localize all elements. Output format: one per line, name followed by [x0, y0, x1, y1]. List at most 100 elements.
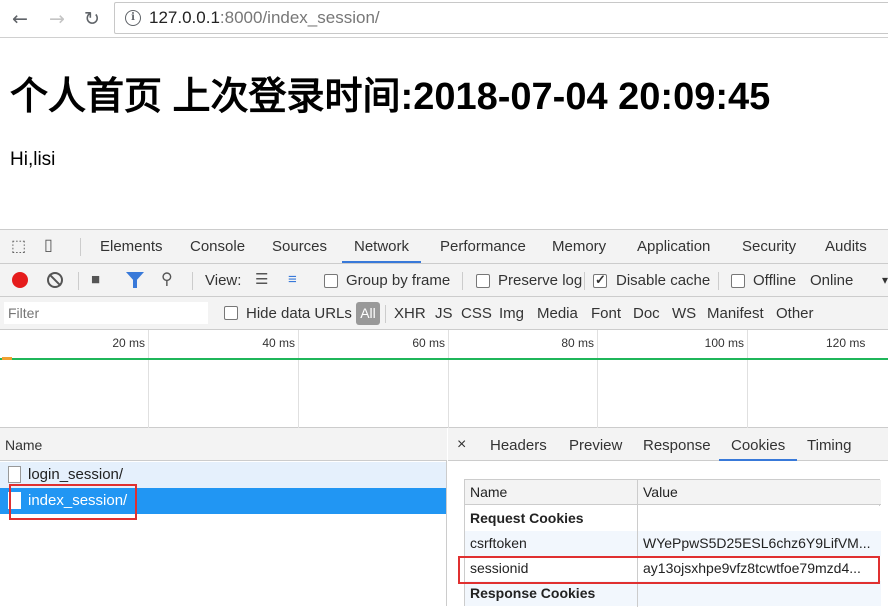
tab-memory[interactable]: Memory: [552, 230, 606, 263]
chevron-down-icon[interactable]: ▾: [882, 264, 888, 297]
hide-data-urls-label[interactable]: Hide data URLs: [246, 297, 352, 330]
waterfall-overview-icon[interactable]: ≡: [288, 270, 297, 290]
tab-performance[interactable]: Performance: [440, 230, 526, 263]
request-cookies-section: Request Cookies: [465, 506, 881, 531]
timeline-request-mark: [2, 357, 12, 360]
timeline-gridline: [597, 330, 598, 428]
type-filter-media[interactable]: Media: [537, 297, 578, 330]
greeting-text: Hi,lisi: [10, 149, 56, 170]
type-filter-other[interactable]: Other: [776, 297, 814, 330]
reload-icon[interactable]: ↻: [80, 7, 104, 31]
details-tabbar: × Headers Preview Response Cookies Timin…: [448, 428, 888, 461]
tab-headers[interactable]: Headers: [490, 428, 547, 461]
timeline-tick-label: 60 ms: [412, 336, 445, 350]
response-cookies-section: Response Cookies: [465, 581, 881, 606]
timeline-gridline: [298, 330, 299, 428]
timeline-load-bar: [0, 358, 888, 360]
tab-timing[interactable]: Timing: [807, 428, 851, 461]
preserve-log-checkbox[interactable]: [476, 274, 490, 288]
table-row[interactable]: csrftoken WYePpwS5D25ESL6chz6Y9LifVM...: [465, 531, 881, 556]
request-details: × Headers Preview Response Cookies Timin…: [448, 428, 888, 607]
forward-arrow-icon[interactable]: →: [45, 7, 69, 31]
name-column-header[interactable]: Name: [0, 428, 447, 461]
document-icon: [8, 466, 21, 483]
type-filter-all[interactable]: All: [356, 302, 380, 325]
tab-sources[interactable]: Sources: [272, 230, 327, 263]
offline-label[interactable]: Offline: [753, 264, 796, 297]
timeline-tick-label: 100 ms: [704, 336, 744, 350]
large-rows-icon[interactable]: ☰: [255, 270, 268, 290]
filter-funnel-icon[interactable]: [126, 272, 144, 288]
view-label: View:: [205, 272, 242, 289]
clear-icon[interactable]: [47, 272, 63, 288]
table-header: Name Value: [465, 480, 881, 505]
highlight-box: [9, 484, 137, 520]
group-by-frame-checkbox[interactable]: [324, 274, 338, 288]
tab-elements[interactable]: Elements: [100, 230, 163, 263]
group-by-frame-label[interactable]: Group by frame: [346, 264, 450, 297]
network-timeline-overview[interactable]: 20 ms 40 ms 60 ms 80 ms 100 ms 120 ms: [0, 330, 888, 428]
timeline-tick-label: 40 ms: [262, 336, 295, 350]
tab-console[interactable]: Console: [190, 230, 245, 263]
cookie-name: csrftoken: [470, 535, 527, 551]
type-filter-manifest[interactable]: Manifest: [707, 297, 764, 330]
page-title: 个人首页 上次登录时间:2018-07-04 20:09:45: [10, 76, 771, 118]
info-icon[interactable]: i: [125, 10, 141, 26]
timeline-gridline: [448, 330, 449, 428]
tab-cookies[interactable]: Cookies: [719, 428, 798, 461]
tab-security[interactable]: Security: [742, 230, 796, 263]
timeline-gridline: [148, 330, 149, 428]
hide-data-urls-checkbox[interactable]: [224, 306, 238, 320]
camera-icon[interactable]: ■: [91, 270, 100, 290]
tab-preview[interactable]: Preview: [569, 428, 622, 461]
tab-application[interactable]: Application: [637, 230, 710, 263]
offline-checkbox[interactable]: [731, 274, 745, 288]
timeline-tick-label: 20 ms: [112, 336, 145, 350]
filter-bar: Hide data URLs All XHR JS CSS Img Media …: [0, 297, 888, 330]
device-toolbar-icon[interactable]: ▯: [44, 236, 53, 256]
column-divider: [637, 480, 638, 607]
value-column-header[interactable]: Value: [643, 480, 875, 504]
close-icon[interactable]: ×: [457, 435, 466, 455]
browser-toolbar: ← → ↻ i 127.0.0.1:8000/index_session/: [0, 0, 888, 38]
throttling-select[interactable]: Online: [810, 264, 853, 297]
type-filter-img[interactable]: Img: [499, 297, 524, 330]
url-host: 127.0.0.1: [149, 8, 220, 27]
highlight-box: [458, 556, 880, 584]
tab-audits[interactable]: Audits: [825, 230, 867, 263]
name-column-header[interactable]: Name: [470, 480, 632, 504]
timeline-tick-label: 80 ms: [561, 336, 594, 350]
url-text[interactable]: 127.0.0.1:8000/index_session/: [149, 8, 380, 28]
type-filter-ws[interactable]: WS: [672, 297, 696, 330]
back-arrow-icon[interactable]: ←: [8, 7, 32, 31]
divider: [584, 272, 585, 290]
divider: [192, 272, 193, 290]
address-bar[interactable]: i 127.0.0.1:8000/index_session/: [114, 2, 888, 34]
inspect-element-icon[interactable]: ⬚: [11, 237, 26, 257]
type-filter-xhr[interactable]: XHR: [394, 297, 426, 330]
preserve-log-label[interactable]: Preserve log: [498, 264, 582, 297]
type-filter-js[interactable]: JS: [435, 297, 453, 330]
type-filter-css[interactable]: CSS: [461, 297, 492, 330]
devtools-panel: ⬚ ▯ Elements Console Sources Network Per…: [0, 229, 888, 607]
divider: [462, 272, 463, 290]
filter-input[interactable]: [4, 302, 208, 324]
type-filter-font[interactable]: Font: [591, 297, 621, 330]
section-label: Response Cookies: [470, 585, 596, 601]
url-path: :8000/index_session/: [219, 8, 380, 27]
disable-cache-label[interactable]: Disable cache: [616, 264, 710, 297]
cookie-value: WYePpwS5D25ESL6chz6Y9LifVM...: [643, 535, 871, 551]
tab-network[interactable]: Network: [342, 230, 422, 263]
divider: [78, 272, 79, 290]
devtools-tabbar: ⬚ ▯ Elements Console Sources Network Per…: [0, 230, 888, 264]
disable-cache-checkbox[interactable]: [593, 272, 607, 288]
record-button[interactable]: [12, 272, 28, 288]
request-list: Name login_session/ index_session/: [0, 428, 447, 606]
tab-response[interactable]: Response: [643, 428, 711, 461]
type-filter-doc[interactable]: Doc: [633, 297, 660, 330]
timeline-tick-label: 120 ms: [826, 336, 866, 350]
divider: [385, 305, 386, 323]
network-toolbar: ■ ⚲ View: ☰ ≡ Group by frame Preserve lo…: [0, 264, 888, 297]
search-icon[interactable]: ⚲: [161, 270, 173, 290]
cookies-table: Name Value Request Cookies csrftoken WYe…: [464, 479, 881, 607]
